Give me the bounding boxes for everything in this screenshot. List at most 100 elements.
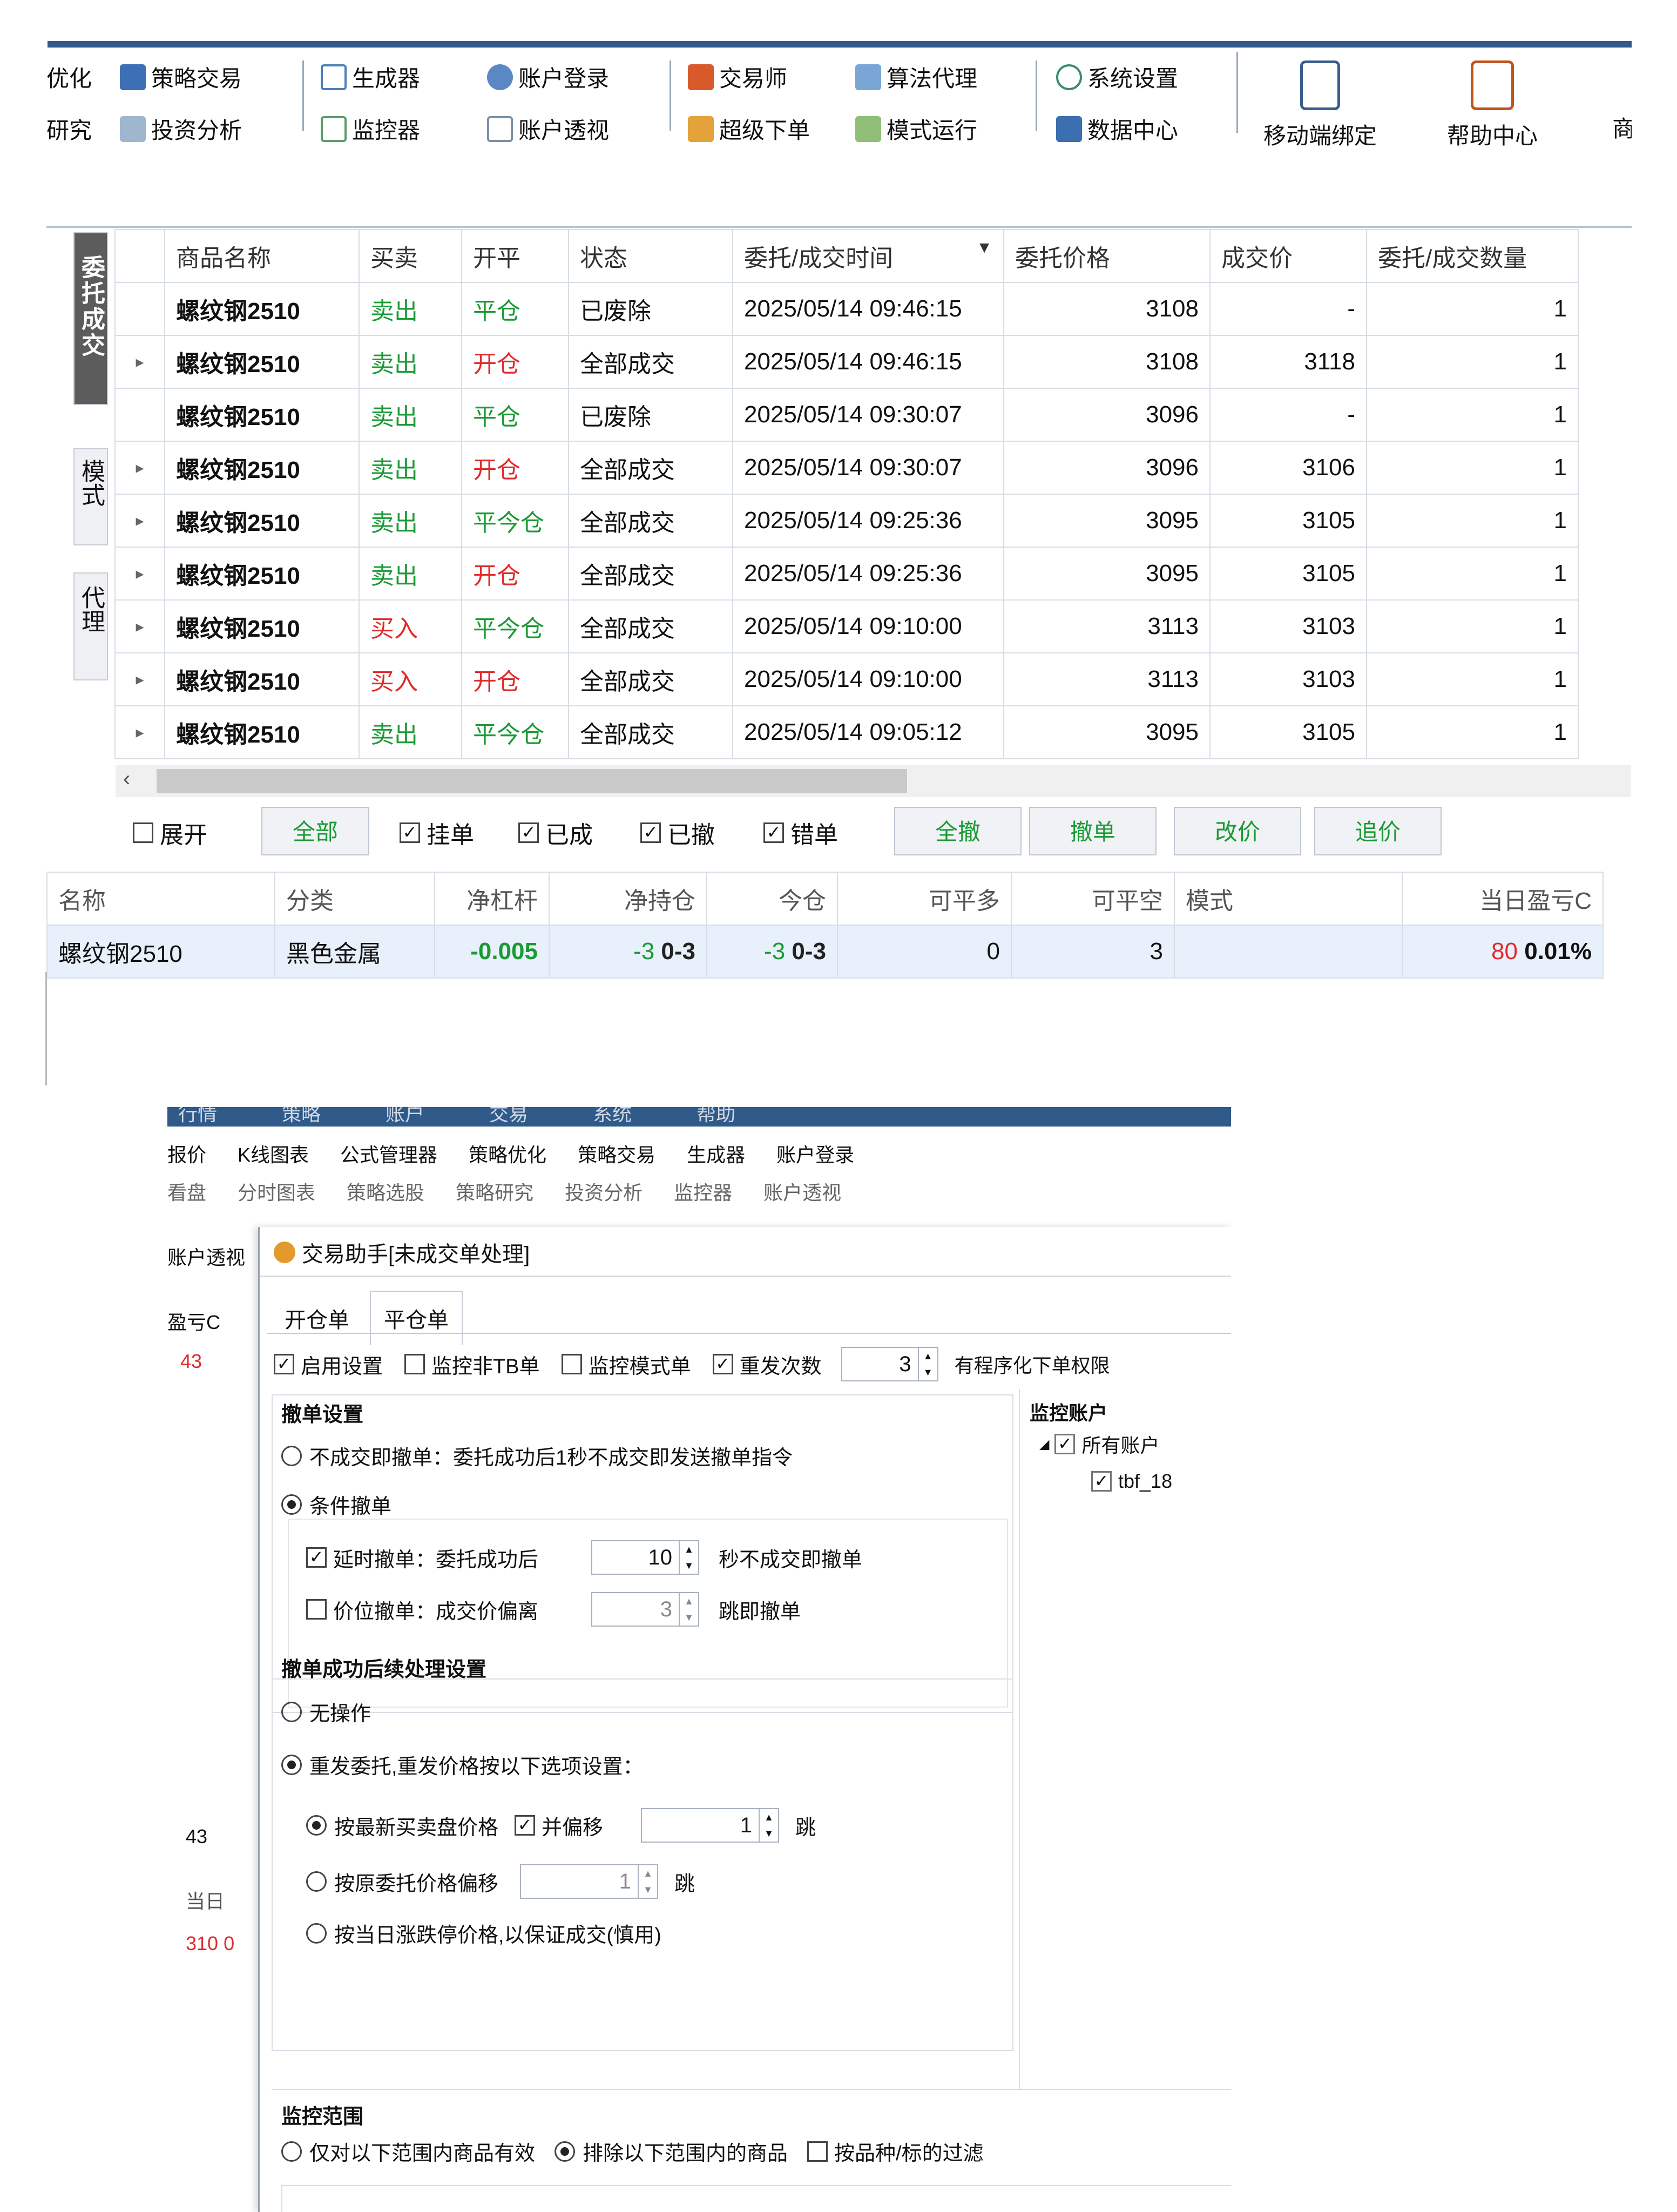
cancel-all-button[interactable]: 全撤 [894,807,1022,855]
radio-limit-price[interactable]: 按当日涨跌停价格,以保证成交(慎用) [306,1918,661,1948]
filter-by-variety-checkbox[interactable] [807,2141,828,2162]
bg-ribbon-item[interactable]: 分时图表 [238,1177,315,1205]
radio-original-price[interactable] [306,1871,327,1892]
ribbon-generator[interactable]: 生成器 [321,60,420,93]
col-openclose[interactable]: 开平 [461,229,569,283]
ribbon-invest-analysis[interactable]: 投资分析 [120,112,242,145]
help-center-button[interactable]: 帮助中心 [1447,60,1538,151]
order-row[interactable]: 螺纹钢2510 卖出 平仓 已废除 2025/05/14 09:46:15 3108-1 [114,282,1579,336]
pos-col-leverage[interactable]: 净杠杆 [434,872,550,926]
pending-checkbox[interactable]: ✓ 挂单 [400,815,474,850]
order-row[interactable]: ▸ 螺纹钢2510 买入 平今仓 全部成交 2025/05/14 09:10:00 3113… [114,599,1579,653]
ribbon-trader[interactable]: 交易师 [688,60,787,93]
spin-arrows-icon[interactable]: ▲ ▼ [917,1348,937,1380]
scroll-left-icon[interactable]: ‹ [123,767,130,791]
pos-col-name[interactable]: 名称 [46,872,275,926]
resend-checkbox[interactable]: ✓ [712,1354,733,1374]
bg-ribbon-item[interactable]: 策略优化 [469,1139,546,1168]
pos-col-pnl[interactable]: 当日盈亏C [1402,872,1604,926]
tab-close-orders[interactable]: 平仓单 [370,1291,463,1345]
radio-conditional-cancel[interactable]: 条件撤单 [281,1489,391,1519]
offset-checkbox[interactable]: ✓ [515,1815,536,1836]
ribbon-account-login[interactable]: 账户登录 [487,60,609,93]
order-row[interactable]: ▸ 螺纹钢2510 买入 开仓 全部成交 2025/05/14 09:10:00 3113 3… [114,652,1579,706]
cancel-order-button[interactable]: 撤单 [1029,807,1157,855]
order-row[interactable]: ▸ 螺纹钢2510 卖出 平今仓 全部成交 2025/05/14 09:05:12 3095… [114,705,1579,759]
spin-arrows-icon[interactable]: ▲ ▼ [638,1865,657,1898]
side-tab-mode[interactable]: 模式 [73,448,108,545]
side-tab-agent[interactable]: 代理 [73,572,108,680]
bg-tab-account-view[interactable]: 账户透视 [167,1242,245,1270]
radio-only-range[interactable] [281,2141,302,2162]
ribbon-monitor[interactable]: 监控器 [321,112,420,145]
menu-item[interactable]: 账户 [386,1107,424,1127]
resend-count-stepper[interactable]: 3 ▲ ▼ [841,1347,938,1381]
row-expand-icon[interactable] [114,282,165,336]
tree-all-accounts[interactable]: ◢ ✓ 所有账户 [1039,1430,1159,1458]
delay-cancel-checkbox[interactable]: ✓ [306,1547,327,1568]
row-expand-icon[interactable] [114,388,165,442]
menu-item[interactable]: 系统 [593,1107,632,1127]
spin-arrows-icon[interactable]: ▲ ▼ [679,1593,698,1626]
price-ticks-stepper[interactable]: 3 ▲ ▼ [591,1592,699,1627]
radio-latest-price[interactable] [306,1815,327,1836]
row-expand-icon[interactable]: ▸ [114,547,165,601]
mobile-bind-button[interactable]: 移动端绑定 [1263,60,1377,151]
menu-item[interactable]: 帮助 [697,1107,735,1127]
pos-col-net[interactable]: 净持仓 [549,872,707,926]
row-expand-icon[interactable]: ▸ [114,494,165,548]
monitor-non-tb-checkbox[interactable] [404,1354,425,1374]
scope-list-box[interactable] [281,2185,1231,2212]
checkbox-checked[interactable]: ✓ [1054,1434,1076,1454]
offset-ticks-stepper[interactable]: 1 ▲ ▼ [641,1808,780,1843]
menu-item[interactable]: 交易 [489,1107,528,1127]
spin-arrows-icon[interactable]: ▲ ▼ [679,1541,698,1574]
order-row[interactable]: 螺纹钢2510 卖出 平仓 已废除 2025/05/14 09:30:07 3096-1 [114,388,1579,442]
ribbon-super-order[interactable]: 超级下单 [688,112,810,145]
radio-no-action[interactable]: 无操作 [281,1697,371,1727]
row-expand-icon[interactable]: ▸ [114,599,165,653]
col-time[interactable]: 委托/成交时间 ▼ [732,229,1004,283]
enable-checkbox[interactable]: ✓ [274,1354,294,1374]
chase-price-button[interactable]: 追价 [1314,807,1442,855]
pos-col-category[interactable]: 分类 [274,872,435,926]
menu-item[interactable]: 行情 [178,1107,217,1127]
col-quantity[interactable]: 委托/成交数量 [1366,229,1579,283]
row-expand-icon[interactable]: ▸ [114,441,165,495]
col-side[interactable]: 买卖 [359,229,462,283]
filter-all-button[interactable]: 全部 [261,807,369,855]
bg-ribbon-item[interactable]: 公式管理器 [340,1139,437,1168]
monitor-mode-checkbox[interactable] [561,1354,582,1374]
horizontal-scrollbar[interactable]: ‹ [116,765,1631,797]
ribbon-research[interactable]: 研究 [46,112,92,145]
row-expand-icon[interactable]: ▸ [114,652,165,706]
bg-ribbon-item[interactable]: 策略交易 [578,1139,655,1168]
col-order-price[interactable]: 委托价格 [1003,229,1211,283]
ribbon-system-settings[interactable]: 系统设置 [1056,60,1178,93]
radio-immediate-cancel[interactable]: 不成交即撤单：委托成功后1秒不成交即发送撤单指令 [281,1441,793,1471]
scrollbar-thumb[interactable] [157,769,907,793]
ribbon-account-view[interactable]: 账户透视 [487,112,609,145]
order-row[interactable]: ▸ 螺纹钢2510 卖出 开仓 全部成交 2025/05/14 09:46:15 3108 3… [114,335,1579,389]
order-row[interactable]: ▸ 螺纹钢2510 卖出 平今仓 全部成交 2025/05/14 09:25:36 3095… [114,494,1579,548]
pos-col-mode[interactable]: 模式 [1174,872,1403,926]
ribbon-optimize[interactable]: 优化 [46,60,92,93]
ribbon-data-center[interactable]: 数据中心 [1056,112,1178,145]
side-tab-orders[interactable]: 委托成交 [73,232,108,405]
row-expand-icon[interactable]: ▸ [114,335,165,389]
checkbox-checked[interactable]: ✓ [1091,1471,1112,1492]
price-cancel-checkbox[interactable] [306,1599,327,1620]
pos-col-today[interactable]: 今仓 [706,872,838,926]
bg-ribbon-item[interactable]: 看盘 [167,1177,206,1205]
cancelled-checkbox[interactable]: ✓ 已撤 [640,815,715,850]
modify-price-button[interactable]: 改价 [1174,807,1301,855]
bg-ribbon-item[interactable]: 报价 [167,1139,206,1168]
bg-ribbon-item[interactable]: 账户透视 [763,1177,841,1205]
ribbon-mode-run[interactable]: 模式运行 [855,112,977,145]
radio-exclude-range[interactable] [555,2141,576,2162]
col-fill-price[interactable]: 成交价 [1209,229,1367,283]
ribbon-algo-agent[interactable]: 算法代理 [855,60,977,93]
radio-resend[interactable]: 重发委托,重发价格按以下选项设置： [281,1750,644,1779]
tree-expand-icon[interactable]: ◢ [1039,1437,1049,1452]
col-status[interactable]: 状态 [568,229,733,283]
